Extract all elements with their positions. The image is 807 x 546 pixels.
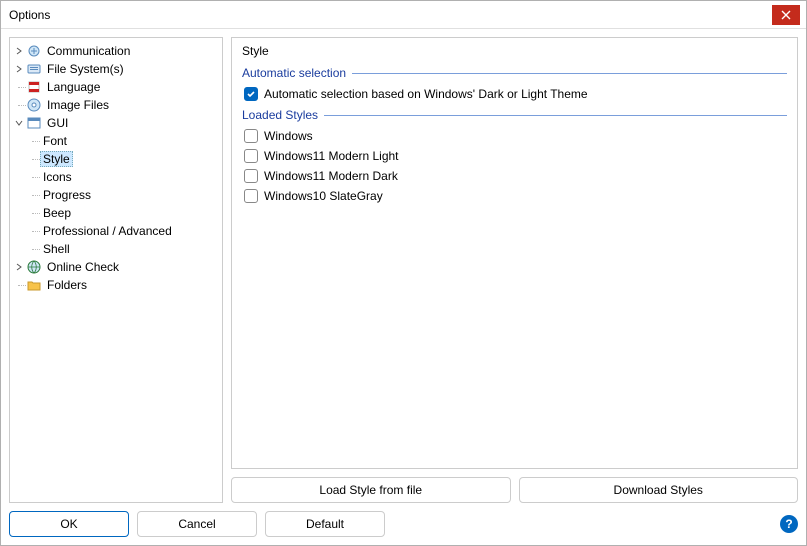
ok-button[interactable]: OK <box>9 511 129 537</box>
tree-label: File System(s) <box>44 62 127 76</box>
tree-item-beep[interactable]: Beep <box>12 204 220 222</box>
tree-item-onlinecheck[interactable]: Online Check <box>12 258 220 276</box>
checkbox-label: Windows11 Modern Light <box>264 149 399 163</box>
style-panel: Style Automatic selection Automatic sele… <box>231 37 798 469</box>
communication-icon <box>26 43 42 59</box>
button-label: Download Styles <box>614 483 703 497</box>
tree-item-shell[interactable]: Shell <box>12 240 220 258</box>
default-button[interactable]: Default <box>265 511 385 537</box>
tree-label: Shell <box>40 242 73 256</box>
tree-item-folders[interactable]: Folders <box>12 276 220 294</box>
group-label: Automatic selection <box>242 66 346 80</box>
chevron-right-icon[interactable] <box>12 65 26 73</box>
cancel-button[interactable]: Cancel <box>137 511 257 537</box>
window-title: Options <box>1 8 772 22</box>
tree-item-progress[interactable]: Progress <box>12 186 220 204</box>
group-automatic-selection: Automatic selection <box>242 66 787 80</box>
tree-item-imagefiles[interactable]: Image Files <box>12 96 220 114</box>
tree-label: Folders <box>44 278 90 292</box>
folder-icon <box>26 277 42 293</box>
checkbox-style-win11-light[interactable]: Windows11 Modern Light <box>242 146 787 166</box>
tree-item-gui[interactable]: GUI <box>12 114 220 132</box>
tree-label: Communication <box>44 44 133 58</box>
globe-icon <box>26 259 42 275</box>
tree-item-language[interactable]: Language <box>12 78 220 96</box>
download-styles-button[interactable]: Download Styles <box>519 477 799 503</box>
tree-label: Professional / Advanced <box>40 224 175 238</box>
group-label: Loaded Styles <box>242 108 318 122</box>
tree-label: GUI <box>44 116 71 130</box>
checkbox-icon <box>244 189 258 203</box>
tree-label: Icons <box>40 170 75 184</box>
checkbox-style-win10-slategray[interactable]: Windows10 SlateGray <box>242 186 787 206</box>
titlebar: Options <box>1 1 806 29</box>
checkbox-icon <box>244 169 258 183</box>
main-row: Communication File System(s) Language <box>9 37 798 503</box>
group-divider <box>352 73 787 74</box>
close-icon <box>781 10 791 20</box>
tree-item-filesystem[interactable]: File System(s) <box>12 60 220 78</box>
tree-label: Style <box>40 151 73 167</box>
chevron-right-icon[interactable] <box>12 263 26 271</box>
chevron-down-icon[interactable] <box>12 119 26 127</box>
help-icon: ? <box>785 517 792 531</box>
close-button[interactable] <box>772 5 800 25</box>
tree-label: Image Files <box>44 98 112 112</box>
disc-icon <box>26 97 42 113</box>
button-label: Default <box>306 517 344 531</box>
button-label: Load Style from file <box>319 483 422 497</box>
flag-icon <box>26 79 42 95</box>
window-icon <box>26 115 42 131</box>
checkbox-label: Windows <box>264 129 313 143</box>
tree-item-style[interactable]: Style <box>12 150 220 168</box>
dialog-body: Communication File System(s) Language <box>1 29 806 545</box>
tree-label: Font <box>40 134 70 148</box>
tree-item-communication[interactable]: Communication <box>12 42 220 60</box>
button-label: OK <box>60 517 77 531</box>
checkbox-label: Windows10 SlateGray <box>264 189 383 203</box>
tree-label: Beep <box>40 206 74 220</box>
chevron-right-icon[interactable] <box>12 47 26 55</box>
category-tree[interactable]: Communication File System(s) Language <box>9 37 223 503</box>
checkbox-label: Automatic selection based on Windows' Da… <box>264 87 588 101</box>
checkbox-style-windows[interactable]: Windows <box>242 126 787 146</box>
tree-label: Language <box>44 80 103 94</box>
tree-item-professional[interactable]: Professional / Advanced <box>12 222 220 240</box>
tree-label: Online Check <box>44 260 122 274</box>
style-buttons-row: Load Style from file Download Styles <box>231 477 798 503</box>
tree-item-font[interactable]: Font <box>12 132 220 150</box>
drive-icon <box>26 61 42 77</box>
tree-item-icons[interactable]: Icons <box>12 168 220 186</box>
checkbox-auto-theme[interactable]: Automatic selection based on Windows' Da… <box>242 84 787 104</box>
help-button[interactable]: ? <box>780 515 798 533</box>
checkbox-icon <box>244 149 258 163</box>
load-style-button[interactable]: Load Style from file <box>231 477 511 503</box>
options-dialog: Options Communication File System(s) <box>0 0 807 546</box>
group-loaded-styles: Loaded Styles <box>242 108 787 122</box>
dialog-button-row: OK Cancel Default ? <box>9 511 798 537</box>
button-label: Cancel <box>178 517 215 531</box>
panel-title: Style <box>242 44 787 58</box>
checkbox-style-win11-dark[interactable]: Windows11 Modern Dark <box>242 166 787 186</box>
group-divider <box>324 115 787 116</box>
checkbox-icon <box>244 129 258 143</box>
checkbox-label: Windows11 Modern Dark <box>264 169 398 183</box>
tree-label: Progress <box>40 188 94 202</box>
right-panel: Style Automatic selection Automatic sele… <box>231 37 798 503</box>
checkbox-icon <box>244 87 258 101</box>
